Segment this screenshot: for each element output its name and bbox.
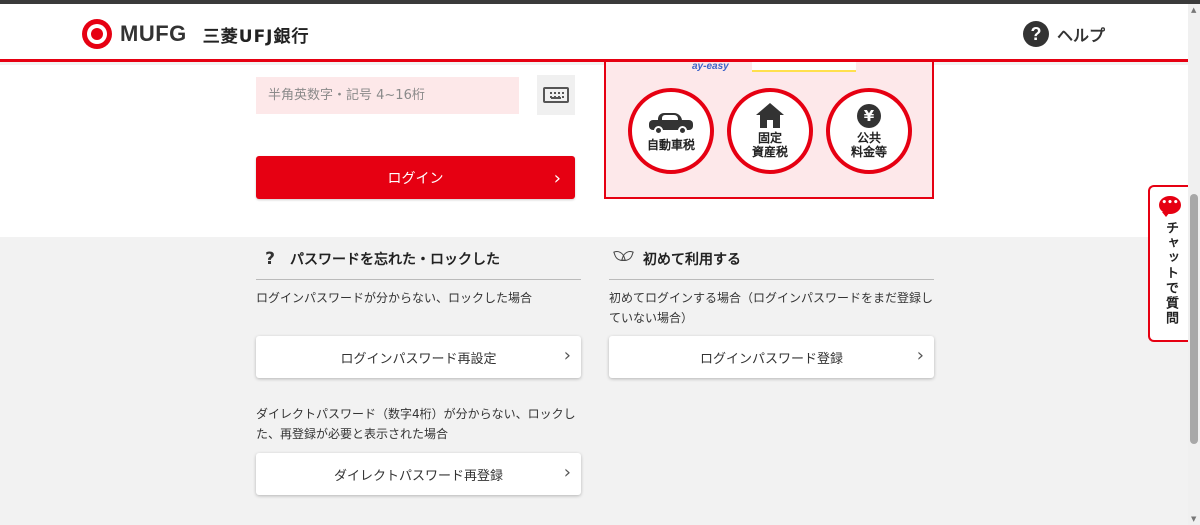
section-title: パスワードを忘れた・ロックした [290, 251, 500, 268]
help-label: ヘルプ [1057, 26, 1106, 45]
forgot-desc-direct: ダイレクトパスワード（数字4桁）が分からない、ロックした、再登録が必要と表示され… [256, 407, 576, 441]
login-area [0, 65, 1188, 237]
register-login-password-button[interactable]: ログインパスワード登録 › [609, 336, 934, 378]
tax-item-label: 自動車税 [646, 138, 695, 152]
button-label: ログインパスワード登録 [699, 351, 843, 367]
section-header: ? パスワードを忘れた・ロックした [256, 238, 581, 280]
mufg-logo-mark-icon [82, 19, 112, 49]
logo-text: MUFG [120, 21, 187, 46]
payeasy-tax-panel: ay-easy 自動車税 固定 資産税 ¥ 公共 料金等 [604, 61, 934, 199]
tax-item-utilities[interactable]: ¥ 公共 料金等 [826, 88, 912, 174]
tax-item-automobile[interactable]: 自動車税 [628, 88, 714, 174]
house-icon [756, 103, 784, 129]
tax-item-label: 固定 資産税 [751, 131, 788, 159]
car-icon [649, 112, 693, 135]
login-button[interactable]: ログイン › [256, 156, 575, 199]
keyboard-icon [543, 87, 569, 103]
forgot-desc-login: ログインパスワードが分からない、ロックした場合 [256, 291, 533, 305]
chat-label: チャットで質問 [1163, 221, 1178, 326]
site-header: MUFG 三菱UFJ銀行 ? ヘルプ [0, 4, 1188, 62]
button-label: ダイレクトパスワード再登録 [333, 468, 503, 484]
scroll-up-arrow-icon[interactable]: ▲ [1191, 6, 1196, 14]
scrollbar-thumb[interactable] [1190, 194, 1198, 444]
section-title: 初めて利用する [643, 251, 741, 268]
tax-item-property[interactable]: 固定 資産税 [727, 88, 813, 174]
forgot-password-section: ? パスワードを忘れた・ロックした [256, 238, 581, 280]
page-scrollbar[interactable]: ▲ ▼ [1188, 4, 1200, 525]
help-link[interactable]: ? ヘルプ [1023, 21, 1105, 47]
chevron-right-icon: › [563, 462, 571, 483]
question-icon: ? [265, 248, 275, 269]
first-time-desc: 初めてログインする場合（ログインパスワードをまだ登録していない場合） [609, 291, 934, 325]
help-question-icon: ? [1023, 21, 1049, 47]
chevron-right-icon: › [553, 168, 561, 189]
mufg-logo[interactable]: MUFG 三菱UFJ銀行 [82, 19, 310, 49]
chat-bubble-icon: ••• [1159, 196, 1181, 217]
chat-support-tab[interactable]: ••• チャットで質問 [1148, 185, 1190, 342]
reset-login-password-button[interactable]: ログインパスワード再設定 › [256, 336, 581, 378]
reregister-direct-password-button[interactable]: ダイレクトパスワード再登録 › [256, 453, 581, 495]
chevron-right-icon: › [563, 345, 571, 366]
payeasy-logo: ay-easy [692, 61, 729, 72]
section-header: 初めて利用する [609, 238, 934, 280]
yen-icon: ¥ [857, 104, 881, 128]
software-keyboard-button[interactable] [537, 75, 575, 115]
scroll-down-arrow-icon[interactable]: ▼ [1191, 515, 1196, 523]
password-input[interactable] [256, 77, 519, 114]
bank-name: 三菱UFJ銀行 [202, 26, 310, 47]
login-button-label: ログイン [387, 170, 444, 187]
payeasy-banner-strip [752, 62, 856, 72]
tax-item-label: 公共 料金等 [850, 131, 887, 159]
first-time-section: 初めて利用する [609, 238, 934, 280]
chevron-right-icon: › [916, 345, 924, 366]
sprout-icon [614, 247, 632, 265]
button-label: ログインパスワード再設定 [340, 351, 497, 367]
